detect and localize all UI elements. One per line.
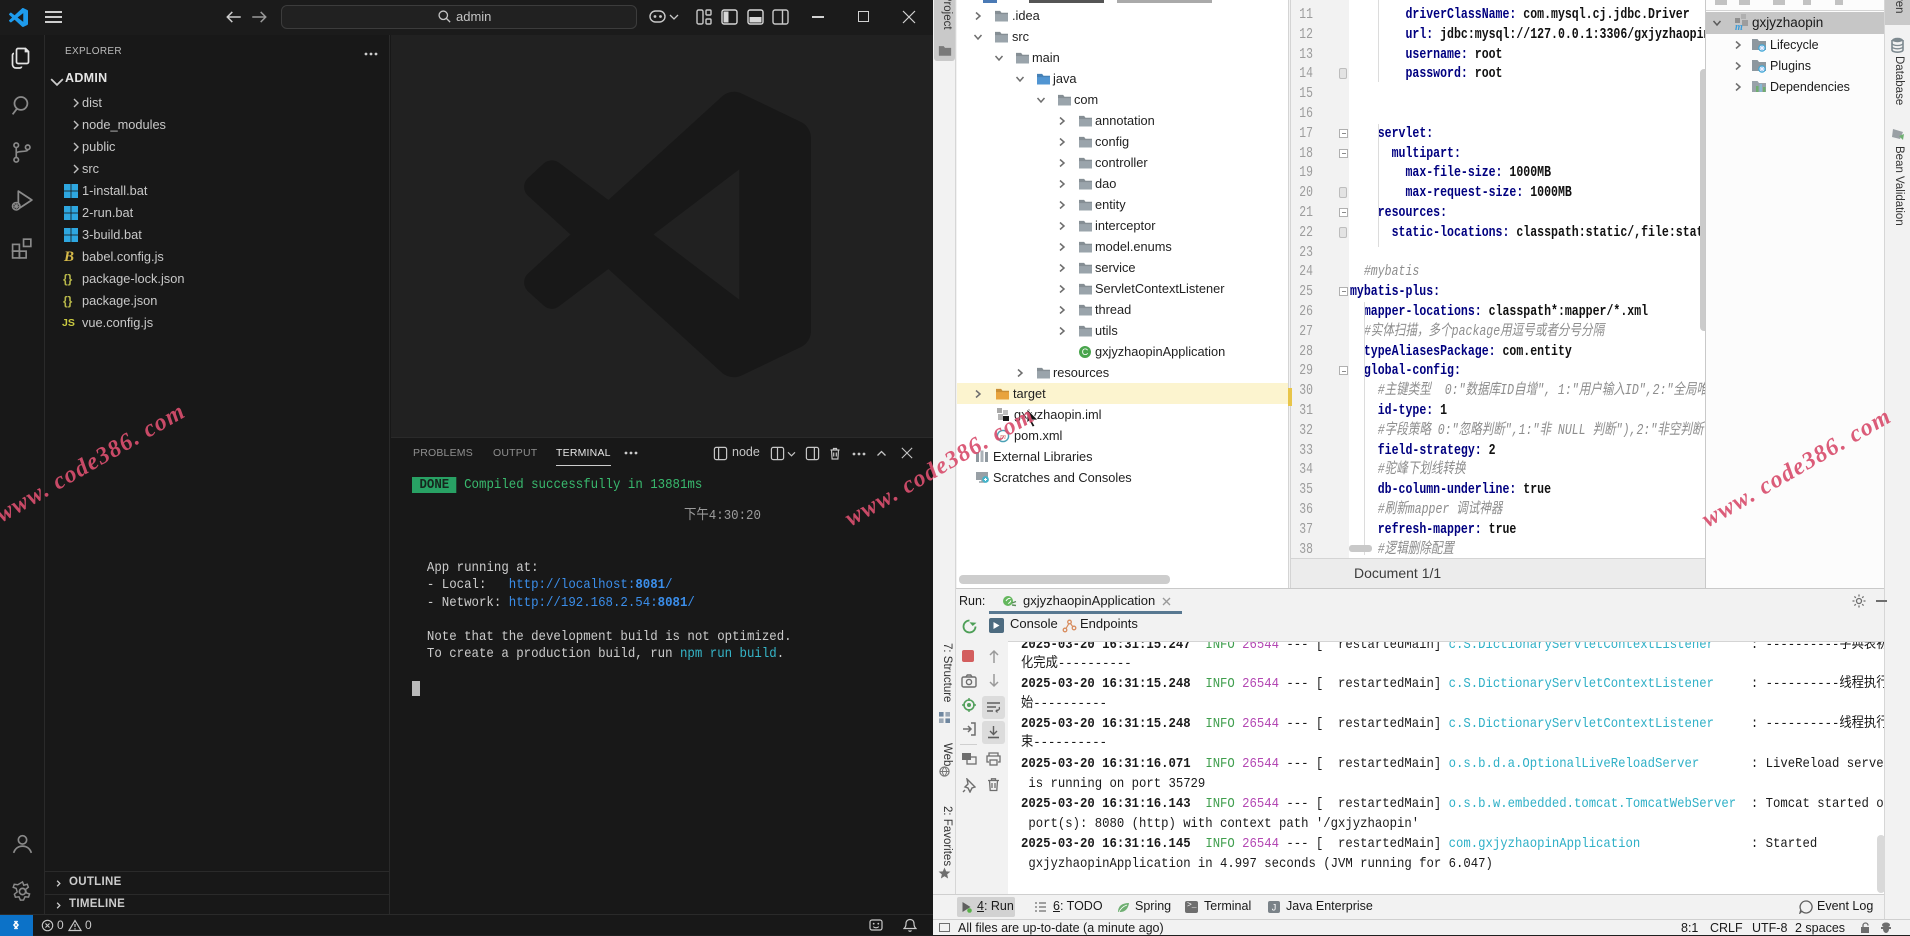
svg-text:C: C — [1082, 347, 1089, 357]
svg-text:J: J — [1272, 903, 1277, 913]
svg-text:m: m — [1735, 22, 1743, 31]
